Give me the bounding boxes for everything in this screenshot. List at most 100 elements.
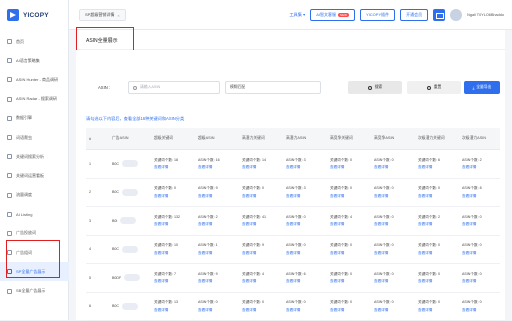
ad-asin-toggle[interactable] [122, 160, 138, 167]
view-detail-link[interactable]: 查看详情 [330, 194, 368, 199]
view-detail-link[interactable]: 查看详情 [286, 251, 324, 256]
metric-cell: ASIN个数: 0查看详情 [456, 236, 500, 264]
view-detail-link[interactable]: 查看详情 [418, 165, 456, 170]
view-detail-link[interactable]: 查看详情 [198, 308, 236, 313]
view-detail-link[interactable]: 查看详情 [374, 194, 412, 199]
metric-cell: 关键词个数: 9查看详情 [236, 236, 280, 264]
view-detail-link[interactable]: 查看详情 [198, 279, 236, 284]
metric-cell: ASIN个数: 0查看详情 [280, 207, 324, 235]
metric-count: ASIN个数: 3 [286, 186, 324, 191]
view-detail-link[interactable]: 查看详情 [242, 165, 280, 170]
metric-cell: 关键词个数: 0查看详情 [412, 179, 456, 207]
view-detail-link[interactable]: 查看详情 [374, 165, 412, 170]
view-detail-link[interactable]: 查看详情 [418, 308, 456, 313]
view-detail-link[interactable]: 查看详情 [154, 194, 192, 199]
view-detail-link[interactable]: 查看详情 [154, 222, 192, 227]
view-detail-link[interactable]: 查看详情 [418, 251, 456, 256]
sidebar-item[interactable]: ASIN Radar - 搜索调研 [0, 90, 69, 109]
metric-cell: 关键词个数: 0查看详情 [324, 264, 368, 292]
view-detail-link[interactable]: 查看详情 [242, 222, 280, 227]
row-number: 2 [86, 179, 110, 207]
match-mode-select[interactable]: 模糊匹配 [225, 81, 321, 94]
ad-asin-toggle[interactable] [120, 217, 136, 224]
view-detail-link[interactable]: 查看详情 [462, 222, 500, 227]
view-detail-link[interactable]: 查看详情 [198, 222, 236, 227]
metric-cell: ASIN个数: 9查看详情 [192, 264, 236, 292]
view-detail-link[interactable]: 查看详情 [286, 279, 324, 284]
view-detail-link[interactable]: 查看详情 [286, 194, 324, 199]
row-number: 3 [86, 207, 110, 235]
view-detail-link[interactable]: 查看详情 [330, 308, 368, 313]
export-all-button[interactable]: ⤓ 全量导出 [464, 81, 500, 94]
sidebar-item[interactable]: AI Listing [0, 205, 69, 224]
close-icon[interactable]: × [117, 13, 119, 18]
ad-asin-toggle[interactable] [122, 189, 138, 196]
view-detail-link[interactable]: 查看详情 [462, 308, 500, 313]
view-detail-link[interactable]: 查看详情 [242, 279, 280, 284]
view-detail-link[interactable]: 查看详情 [418, 279, 456, 284]
avatar[interactable] [450, 9, 462, 21]
view-detail-link[interactable]: 查看详情 [198, 251, 236, 256]
view-detail-link[interactable]: 查看详情 [198, 194, 236, 199]
view-detail-link[interactable]: 查看详情 [154, 279, 192, 284]
search-button[interactable]: 搜索 [348, 81, 402, 94]
logo[interactable]: YICOPY [7, 8, 49, 22]
sidebar-item[interactable]: 数据引擎 [0, 109, 69, 128]
ad-asin-toggle[interactable] [124, 274, 140, 281]
reset-button[interactable]: 重置 [407, 81, 461, 94]
view-detail-link[interactable]: 查看详情 [462, 279, 500, 284]
view-detail-link[interactable]: 查看详情 [462, 165, 500, 170]
sidebar-item[interactable]: 关键词搜索分析 [0, 147, 69, 166]
view-detail-link[interactable]: 查看详情 [242, 308, 280, 313]
view-detail-link[interactable]: 查看详情 [198, 165, 236, 170]
app-root: YICOPY 首页AI语言策略集ASIN Hunter - 商品调研ASIN R… [0, 0, 512, 320]
view-detail-link[interactable]: 查看详情 [330, 222, 368, 227]
menu-item-icon [7, 231, 12, 236]
asin-search-input[interactable]: 请输入ASIN [128, 81, 220, 94]
metric-count: 关键词个数: 0 [330, 158, 368, 163]
metric-count: ASIN个数: 1 [198, 243, 236, 248]
sidebar-item[interactable]: AI语言策略集 [0, 51, 69, 70]
view-detail-link[interactable]: 查看详情 [374, 222, 412, 227]
view-detail-link[interactable]: 查看详情 [242, 194, 280, 199]
mail-icon[interactable] [433, 9, 445, 21]
view-detail-link[interactable]: 查看详情 [330, 251, 368, 256]
metric-cell: ASIN个数: 0查看详情 [192, 293, 236, 321]
view-detail-link[interactable]: 查看详情 [242, 251, 280, 256]
view-detail-link[interactable]: 查看详情 [374, 251, 412, 256]
view-detail-link[interactable]: 查看详情 [286, 222, 324, 227]
view-detail-link[interactable]: 查看详情 [374, 279, 412, 284]
sidebar-item[interactable]: SB全量广告展示 [0, 281, 69, 300]
view-detail-link[interactable]: 查看详情 [374, 308, 412, 313]
sidebar-item[interactable]: 流量调度 [0, 186, 69, 205]
view-detail-link[interactable]: 查看详情 [286, 308, 324, 313]
metric-count: ASIN个数: 0 [462, 300, 500, 305]
view-detail-link[interactable]: 查看详情 [286, 165, 324, 170]
open-member-button[interactable]: 开通会员 [400, 9, 428, 21]
view-detail-link[interactable]: 查看详情 [154, 308, 192, 313]
tab-sp-detail[interactable]: SP超级营销详情 × [79, 9, 126, 21]
ad-asin-toggle[interactable] [122, 246, 138, 253]
ad-asin-text: B0C [112, 247, 119, 251]
tools-menu-button[interactable]: 工具集 ▾ [289, 12, 305, 18]
ad-asin-toggle[interactable] [122, 303, 138, 310]
view-detail-link[interactable]: 查看详情 [462, 251, 500, 256]
sidebar-item[interactable]: 词语爬虫 [0, 128, 69, 147]
download-icon: ⤓ [473, 86, 475, 90]
ad-asin-text: B0I [112, 219, 117, 223]
yicopy-plugin-button[interactable]: YICOPY插件 [360, 9, 395, 21]
view-detail-link[interactable]: 查看详情 [330, 165, 368, 170]
ad-asin-cell: B0C [110, 236, 148, 264]
view-detail-link[interactable]: 查看详情 [418, 222, 456, 227]
sidebar-item[interactable]: 关键词运营看板 [0, 166, 69, 185]
view-detail-link[interactable]: 查看详情 [418, 194, 456, 199]
sidebar-item[interactable]: 首页 [0, 32, 69, 51]
metric-cell: 关键词个数: 0查看详情 [412, 293, 456, 321]
view-detail-link[interactable]: 查看详情 [154, 165, 192, 170]
metric-cell: 关键词个数: 0查看详情 [236, 179, 280, 207]
view-detail-link[interactable]: 查看详情 [154, 251, 192, 256]
sidebar-item[interactable]: ASIN Hunter - 商品调研 [0, 70, 69, 89]
ai-service-button[interactable]: AI智文客服 NEW [310, 9, 355, 21]
view-detail-link[interactable]: 查看详情 [462, 194, 500, 199]
view-detail-link[interactable]: 查看详情 [330, 279, 368, 284]
